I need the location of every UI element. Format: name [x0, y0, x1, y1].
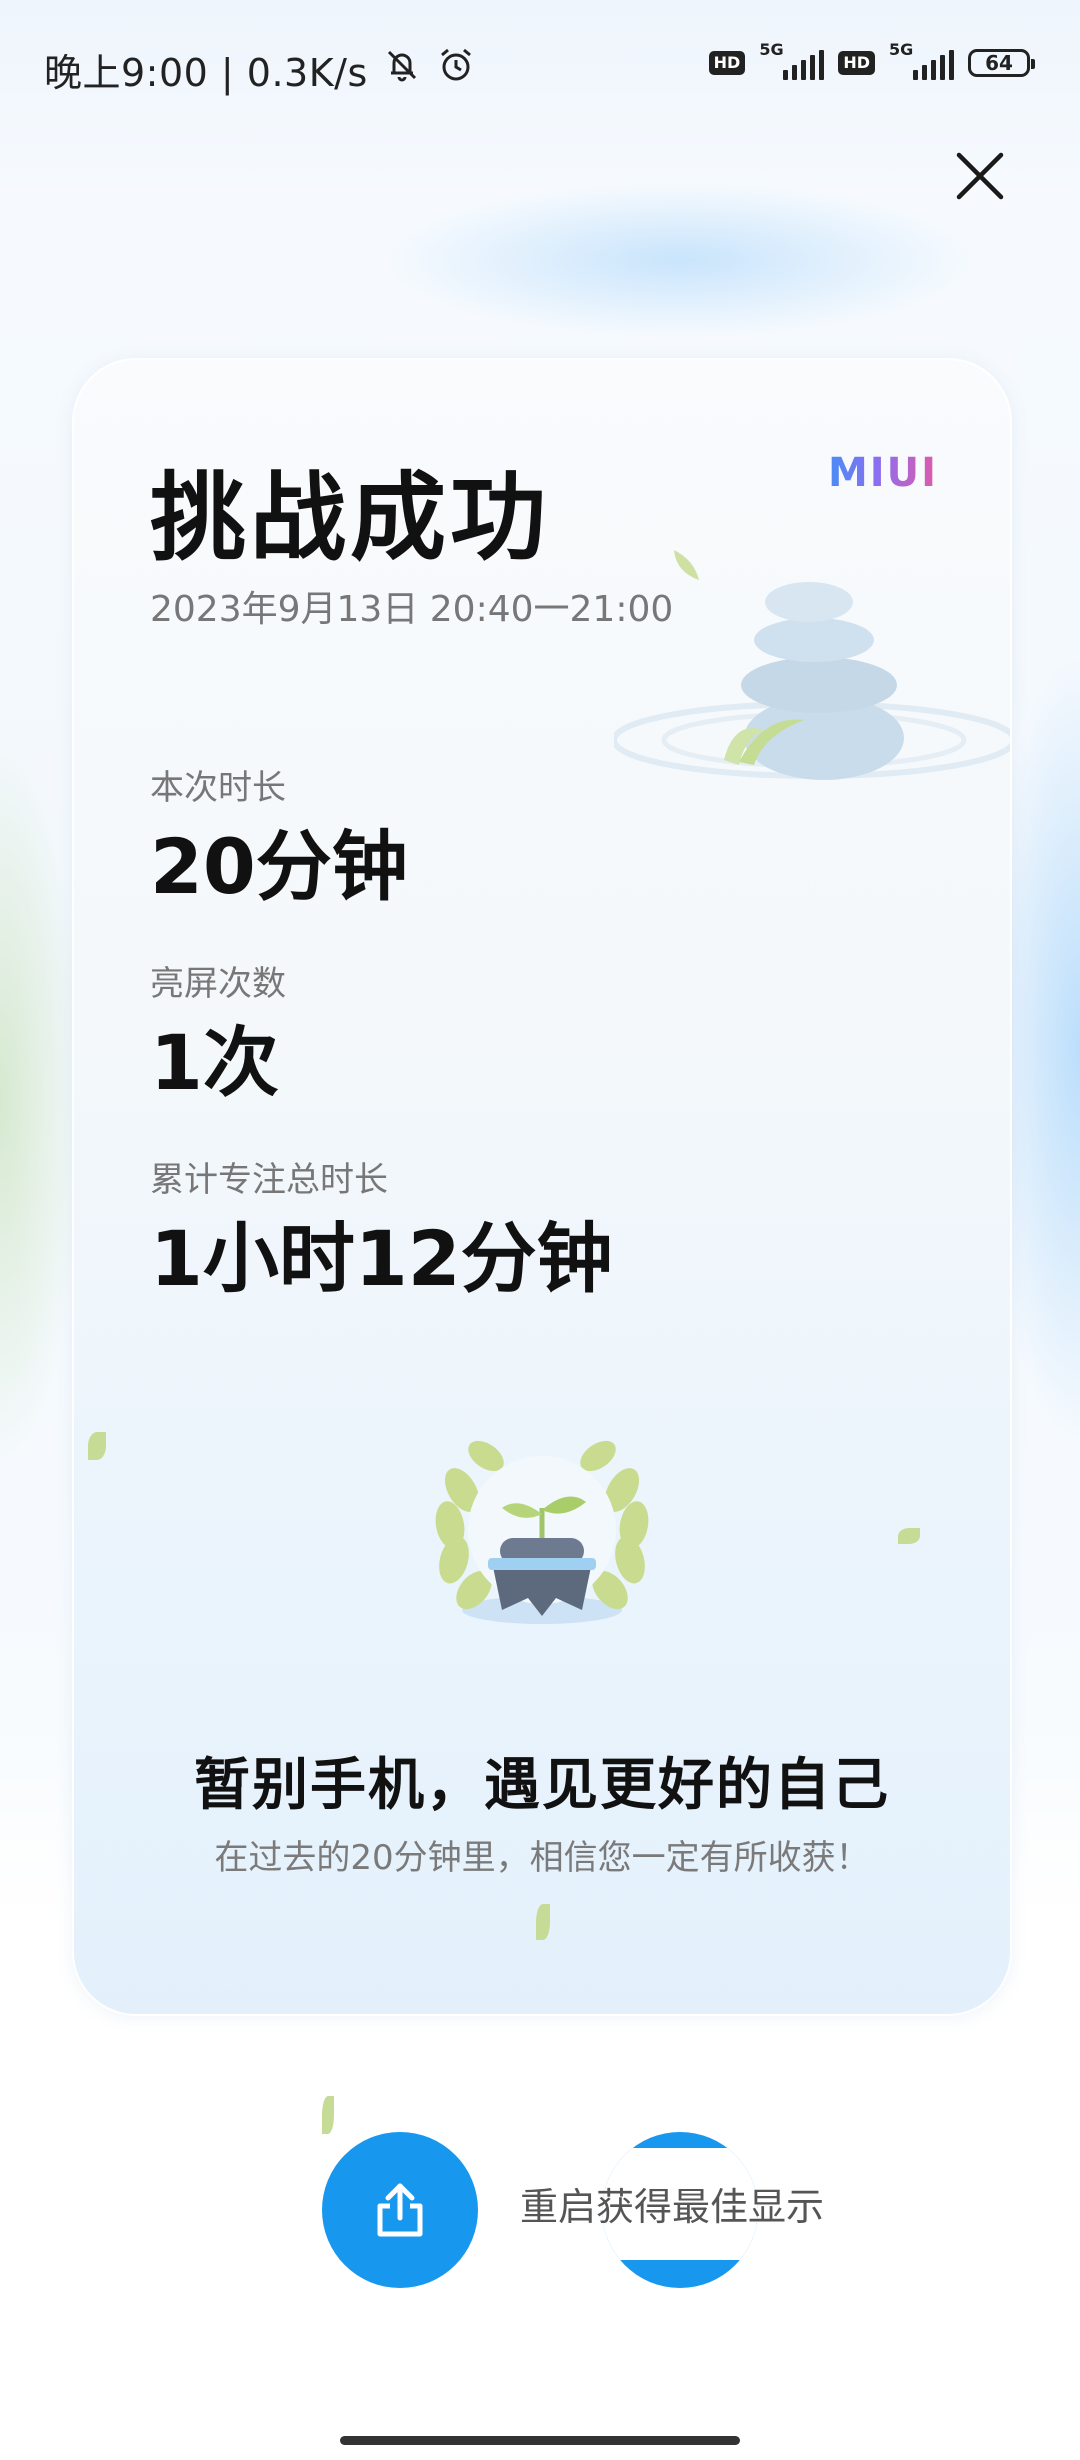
brand-logo: MIUI	[827, 450, 938, 496]
date-range: 2023年9月13日 20:40一21:00	[150, 589, 674, 630]
close-icon	[956, 152, 1004, 200]
status-time-speed: 晚上9:00 | 0.3K/s	[44, 51, 368, 95]
sim1-network-label: 5G	[759, 40, 784, 59]
stat-label-total-focus-time: 累计专注总时长	[150, 1160, 388, 1200]
status-bar-right: HD 5G HD 5G 64	[708, 40, 1035, 80]
stat-value-total-focus-time: 1小时12分钟	[150, 1214, 613, 1303]
signal-icon: 5G	[759, 40, 825, 80]
share-button[interactable]	[322, 2132, 478, 2288]
decorative-leaf-icon	[322, 2096, 334, 2134]
decorative-leaf-icon	[898, 1528, 920, 1544]
sim2-network-label: 5G	[889, 40, 914, 59]
stat-label-session-duration: 本次时长	[150, 768, 286, 808]
sim2-hd-badge: HD	[838, 51, 875, 75]
stat-value-session-duration: 20分钟	[150, 822, 408, 911]
result-card: 挑战成功 MIUI 2023年9月13日 20:40一21:00 本次时长 20…	[72, 358, 1012, 2016]
signal-icon: 5G	[889, 40, 954, 80]
home-indicator[interactable]	[340, 2436, 740, 2445]
mute-bell-icon	[382, 45, 422, 94]
alarm-clock-icon	[436, 45, 476, 94]
status-bar-left: 晚上9:00 | 0.3K/s	[44, 42, 476, 97]
page-title: 挑战成功	[150, 462, 550, 574]
restart-hint-toast: 重启获得最佳显示	[520, 2185, 825, 2229]
battery-level: 64	[985, 51, 1013, 75]
close-button[interactable]	[944, 140, 1016, 212]
stat-value-screen-on-count: 1次	[150, 1018, 279, 1107]
slogan: 暂别手机，遇见更好的自己	[194, 1753, 890, 1818]
laurel-badge-icon	[435, 1440, 649, 1624]
stat-label-screen-on-count: 亮屏次数	[150, 964, 286, 1004]
sim1-hd-badge: HD	[708, 51, 746, 75]
decorative-leaf-icon	[536, 1904, 550, 1940]
zen-stones-illustration	[614, 550, 1010, 780]
battery-icon: 64	[968, 49, 1035, 77]
share-icon	[377, 2183, 423, 2237]
decorative-leaf-icon	[88, 1432, 106, 1460]
encouragement-text: 在过去的20分钟里，相信您一定有所收获！	[214, 1838, 870, 1878]
